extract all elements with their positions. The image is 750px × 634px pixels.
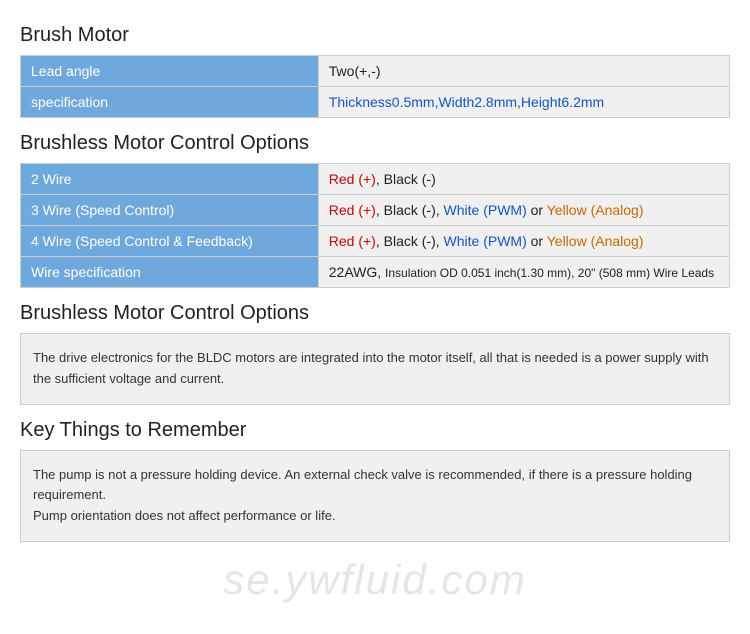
table-row: 4 Wire (Speed Control & Feedback) Red (+… — [21, 226, 730, 257]
label-lead-angle: Lead angle — [21, 56, 319, 87]
brushless-motor-info-title: Brushless Motor Control Options — [20, 302, 730, 325]
key-things-title: Key Things to Remember — [20, 419, 730, 442]
label-specification: specification — [21, 87, 319, 118]
brushless-control-title: Brushless Motor Control Options — [20, 132, 730, 155]
label-4wire: 4 Wire (Speed Control & Feedback) — [21, 226, 319, 257]
value-2wire: Red (+), Black (-) — [318, 164, 729, 195]
label-wire-spec: Wire specification — [21, 257, 319, 288]
table-row: 3 Wire (Speed Control) Red (+), Black (-… — [21, 195, 730, 226]
page-content: Brush Motor Lead angle Two(+,-) specific… — [0, 0, 750, 572]
brush-motor-table: Lead angle Two(+,-) specification Thickn… — [20, 55, 730, 118]
value-specification: Thickness0.5mm,Width2.8mm,Height6.2mm — [318, 87, 729, 118]
brushless-control-table: 2 Wire Red (+), Black (-) 3 Wire (Speed … — [20, 163, 730, 288]
label-2wire: 2 Wire — [21, 164, 319, 195]
table-row: Wire specification 22AWG, Insulation OD … — [21, 257, 730, 288]
brushless-info-text: The drive electronics for the BLDC motor… — [33, 350, 709, 386]
value-lead-angle: Two(+,-) — [318, 56, 729, 87]
value-wire-spec: 22AWG, Insulation OD 0.051 inch(1.30 mm)… — [318, 257, 729, 288]
value-3wire: Red (+), Black (-), White (PWM) or Yello… — [318, 195, 729, 226]
key-things-text: The pump is not a pressure holding devic… — [33, 467, 692, 524]
table-row: 2 Wire Red (+), Black (-) — [21, 164, 730, 195]
brush-motor-title: Brush Motor — [20, 24, 730, 47]
table-row: Lead angle Two(+,-) — [21, 56, 730, 87]
brushless-info-box: The drive electronics for the BLDC motor… — [20, 333, 730, 405]
key-things-box: The pump is not a pressure holding devic… — [20, 450, 730, 542]
value-4wire: Red (+), Black (-), White (PWM) or Yello… — [318, 226, 729, 257]
table-row: specification Thickness0.5mm,Width2.8mm,… — [21, 87, 730, 118]
label-3wire: 3 Wire (Speed Control) — [21, 195, 319, 226]
